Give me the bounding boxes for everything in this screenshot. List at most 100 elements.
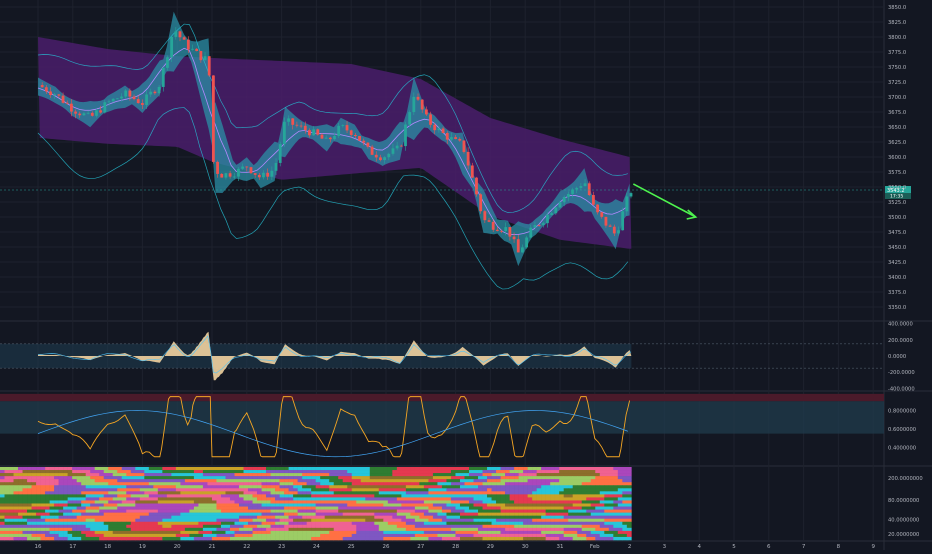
heatmap-cell: [550, 524, 555, 529]
candle-body: [161, 67, 165, 87]
heatmap-cell: [360, 515, 366, 520]
heatmap-cell: [509, 479, 515, 483]
heatmap-cell: [117, 503, 123, 507]
heatmap-cell: [117, 524, 123, 529]
heatmap-cell: [392, 497, 398, 501]
heatmap-cell: [81, 518, 86, 523]
trading-chart[interactable]: 3543.2 17:35 16 17 18 19 20 21 22 23 24 25 26 27 28 29…: [0, 0, 932, 550]
price-y-tick: 3750.0: [888, 65, 906, 71]
heatmap-cell: [18, 521, 23, 526]
heatmap-cell: [72, 533, 77, 538]
heatmap-cell: [613, 482, 619, 486]
heatmap-cell: [401, 485, 407, 489]
heatmap-cell: [572, 491, 578, 495]
heatmap-cell: [514, 527, 519, 532]
heatmap-cell: [76, 536, 82, 541]
heatmap-cell: [257, 512, 262, 516]
heatmap-cell: [356, 512, 362, 516]
heatmap-cell: [63, 473, 68, 477]
heatmap-cell: [487, 491, 492, 495]
heatmap-cell: [49, 485, 55, 489]
heatmap-cell: [541, 470, 546, 474]
heatmap-cell: [622, 512, 628, 516]
heatmap-cell: [347, 509, 353, 513]
candle-body: [370, 146, 374, 155]
candle-body: [166, 57, 169, 68]
heatmap-cell: [437, 524, 443, 529]
heatmap-cell: [478, 527, 483, 532]
heatmap-cell: [126, 503, 132, 507]
heatmap-cell: [207, 536, 213, 541]
candle-body: [491, 221, 495, 230]
heatmap-cell: [121, 494, 127, 498]
heatmap-cell: [423, 536, 429, 541]
heatmap-cell: [144, 524, 150, 529]
heatmap-cell: [63, 497, 68, 501]
heatmap-cell: [568, 524, 574, 529]
heatmap-cell: [211, 491, 217, 495]
heatmap-cell: [58, 494, 64, 498]
heatmap-cell: [491, 518, 497, 523]
heatmap-cell: [374, 518, 380, 523]
heatmap-cell: [401, 479, 407, 483]
heatmap-cell: [67, 518, 73, 523]
heatmap-cell: [54, 509, 59, 513]
heatmap-cell: [279, 506, 285, 510]
heatmap-cell: [392, 488, 398, 492]
heatmap-cell: [279, 494, 285, 498]
chart-svg[interactable]: 3543.217:35 16 17 18 19 20 21 22 23 24 25 26 27 28 29…: [0, 0, 932, 550]
heatmap-cell: [239, 533, 244, 538]
heatmap-cell: [468, 533, 474, 538]
heatmap-cell: [180, 476, 186, 480]
heatmap-cell: [180, 473, 186, 477]
heatmap-cell: [297, 518, 303, 523]
heatmap-cell: [554, 527, 560, 532]
heatmap-cell: [148, 518, 154, 523]
heatmap-cell: [387, 476, 393, 480]
heatmap-cell: [306, 485, 312, 489]
heatmap-cell: [130, 530, 136, 535]
heatmap-cell: [126, 536, 132, 541]
heatmap-cell: [324, 476, 330, 480]
heatmap-cell: [302, 524, 307, 529]
heatmap-cell: [297, 470, 303, 474]
heatmap-cell: [216, 521, 222, 526]
heatmap-panel[interactable]: [0, 467, 632, 541]
heatmap-cell: [437, 530, 443, 535]
heatmap-cell: [184, 497, 190, 501]
heatmap-cell: [581, 494, 587, 498]
heatmap-cell: [487, 515, 492, 520]
heatmap-cell: [63, 521, 68, 526]
heatmap-cell: [293, 521, 298, 526]
heatmap-cell: [54, 485, 59, 489]
heatmap-cell: [58, 479, 64, 483]
heatmap-cell: [162, 518, 168, 523]
heatmap-cell: [423, 500, 429, 504]
heatmap-cell: [261, 524, 267, 529]
heatmap-cell: [40, 503, 46, 507]
heatmap-cell: [387, 503, 393, 507]
heatmap-cell: [617, 494, 623, 498]
heatmap-cell: [220, 473, 226, 477]
heatmap-cell: [202, 521, 208, 526]
heatmap-cell: [577, 515, 583, 520]
heatmap-cell: [496, 473, 501, 477]
heatmap-cell: [514, 479, 519, 483]
heatmap-cell: [248, 521, 253, 526]
heatmap-cell: [383, 485, 389, 489]
heatmap-cell: [599, 536, 605, 541]
heatmap-cell: [229, 479, 235, 483]
heatmap-cell: [604, 488, 610, 492]
oscillator-1-panel[interactable]: [0, 331, 884, 381]
heatmap-cell: [374, 479, 380, 483]
oscillator-2-panel[interactable]: [0, 393, 884, 458]
heatmap-cell: [94, 506, 100, 510]
heatmap-cell: [496, 494, 501, 498]
heatmap-cell: [275, 509, 280, 513]
heatmap-cell: [563, 530, 569, 535]
heatmap-cell: [405, 518, 411, 523]
heatmap-cell: [405, 533, 411, 538]
heatmap-cell: [284, 473, 289, 477]
heatmap-cell: [590, 530, 596, 535]
candle-body: [470, 165, 474, 178]
